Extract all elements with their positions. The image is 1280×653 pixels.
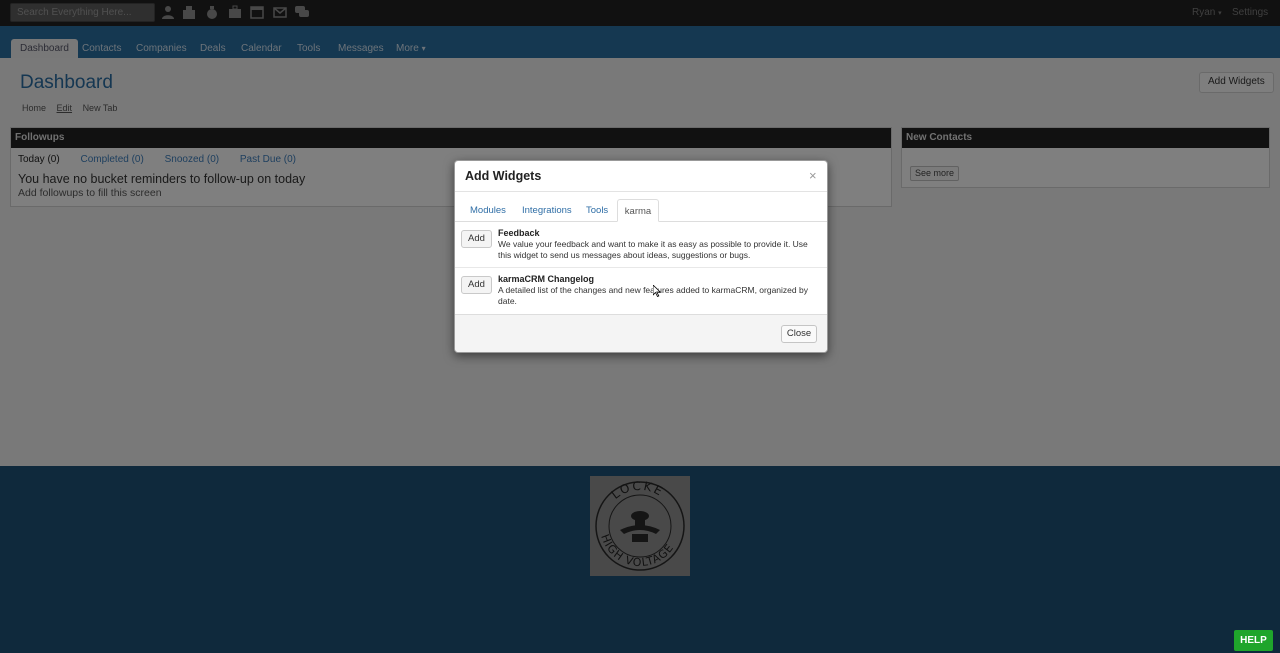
tab-integrations[interactable]: Integrations [522,199,572,222]
modal-footer: Close [455,314,827,352]
widget-name: Feedback [498,228,540,238]
close-icon[interactable]: × [809,169,817,182]
tab-modules[interactable]: Modules [470,199,506,222]
modal-tabs: Modules Integrations Tools karma [455,199,827,222]
close-button[interactable]: Close [781,325,817,343]
mouse-cursor-icon [653,285,661,297]
add-widgets-modal: Add Widgets × Modules Integrations Tools… [454,160,828,353]
row-divider [455,267,827,268]
modal-divider [455,191,827,192]
add-changelog-button[interactable]: Add [461,276,492,294]
widget-row-feedback: Add Feedback We value your feedback and … [455,228,827,268]
widget-name: karmaCRM Changelog [498,274,595,284]
add-feedback-button[interactable]: Add [461,230,492,248]
help-button[interactable]: HELP [1234,630,1273,651]
tab-karma[interactable]: karma [617,199,659,222]
widget-description: We value your feedback and want to make … [498,239,808,260]
modal-title: Add Widgets [465,169,542,183]
widget-row-changelog: Add karmaCRM Changelog A detailed list o… [455,274,827,314]
tab-tools[interactable]: Tools [586,199,608,222]
